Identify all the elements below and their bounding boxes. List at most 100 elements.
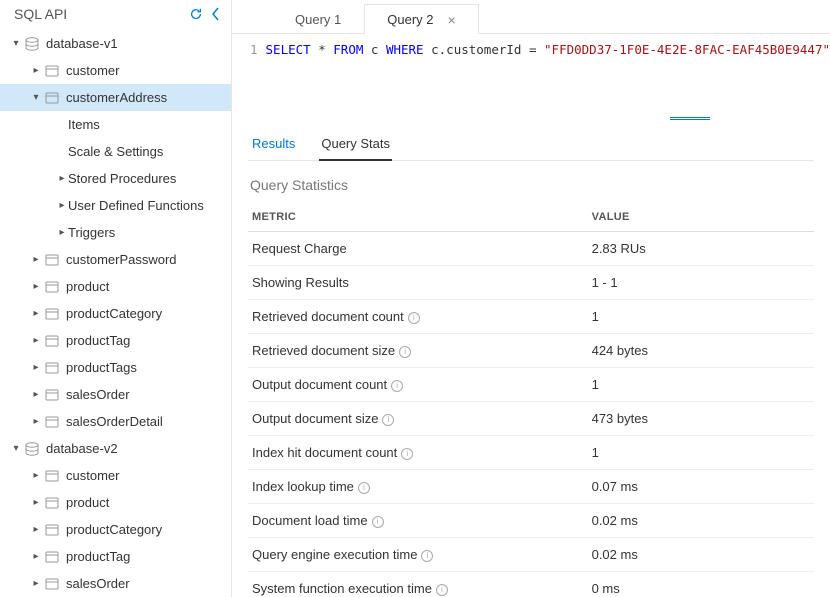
value-cell: 0 ms xyxy=(588,572,814,597)
tab-query-2[interactable]: Query 2 × xyxy=(364,4,478,34)
resize-handle[interactable] xyxy=(232,114,830,122)
info-icon[interactable]: i xyxy=(436,584,448,596)
value-cell: 424 bytes xyxy=(588,334,814,368)
caret-icon: ▸ xyxy=(30,308,42,319)
container-icon xyxy=(44,414,60,430)
container-node[interactable]: ▸ productCategory xyxy=(0,300,231,327)
container-node[interactable]: ▸ productTag xyxy=(0,543,231,570)
collapse-icon[interactable] xyxy=(211,7,221,21)
container-node[interactable]: ▸ product xyxy=(0,489,231,516)
child-label: Items xyxy=(68,117,100,132)
caret-icon: ▸ xyxy=(56,200,68,211)
child-label: User Defined Functions xyxy=(68,198,204,213)
container-icon xyxy=(44,333,60,349)
container-child[interactable]: Items xyxy=(0,111,231,138)
container-icon xyxy=(44,252,60,268)
refresh-icon[interactable] xyxy=(189,7,203,21)
container-child[interactable]: ▸ Stored Procedures xyxy=(0,165,231,192)
container-node[interactable]: ▸ customer xyxy=(0,57,231,84)
container-node[interactable]: ▾ customerAddress xyxy=(0,84,231,111)
value-cell: 473 bytes xyxy=(588,402,814,436)
container-node[interactable]: ▸ customerPassword xyxy=(0,246,231,273)
container-label: productTag xyxy=(66,333,130,348)
metric-cell: Query engine execution timei xyxy=(248,538,588,572)
value-cell: 2.83 RUs xyxy=(588,232,814,266)
caret-icon: ▸ xyxy=(30,497,42,508)
container-node[interactable]: ▸ productTag xyxy=(0,327,231,354)
info-icon[interactable]: i xyxy=(399,346,411,358)
container-label: productCategory xyxy=(66,306,162,321)
container-icon xyxy=(44,279,60,295)
value-cell: 0.07 ms xyxy=(588,470,814,504)
db-node[interactable]: ▾ database-v2 xyxy=(0,435,231,462)
value-cell: 1 - 1 xyxy=(588,266,814,300)
container-icon xyxy=(44,468,60,484)
child-label: Scale & Settings xyxy=(68,144,163,159)
tab-query-1[interactable]: Query 1 xyxy=(272,4,364,34)
container-node[interactable]: ▸ product xyxy=(0,273,231,300)
info-icon[interactable]: i xyxy=(382,414,394,426)
sidebar: SQL API ▾ database-v1 ▸ customer ▾ custo… xyxy=(0,0,232,597)
info-icon[interactable]: i xyxy=(401,448,413,460)
caret-icon: ▸ xyxy=(30,389,42,400)
value-cell: 1 xyxy=(588,368,814,402)
container-child[interactable]: Scale & Settings xyxy=(0,138,231,165)
container-node[interactable]: ▸ productTags xyxy=(0,354,231,381)
metric-cell: Request Charge xyxy=(248,232,588,266)
container-label: productTags xyxy=(66,360,137,375)
value-cell: 0.02 ms xyxy=(588,504,814,538)
container-node[interactable]: ▸ salesOrder xyxy=(0,570,231,597)
table-row: Output document counti 1 xyxy=(248,368,814,402)
container-node[interactable]: ▸ productCategory xyxy=(0,516,231,543)
db-node[interactable]: ▾ database-v1 xyxy=(0,30,231,57)
grip-icon xyxy=(670,117,710,120)
info-icon[interactable]: i xyxy=(421,550,433,562)
metric-cell: Retrieved document sizei xyxy=(248,334,588,368)
tab-results[interactable]: Results xyxy=(250,132,297,161)
container-label: productCategory xyxy=(66,522,162,537)
info-icon[interactable]: i xyxy=(358,482,370,494)
container-child[interactable]: ▸ Triggers xyxy=(0,219,231,246)
caret-icon: ▸ xyxy=(30,524,42,535)
code-editor[interactable]: 1 SELECT * FROM c WHERE c.customerId = "… xyxy=(232,34,830,114)
line-number: 1 xyxy=(232,42,266,106)
table-row: Document load timei 0.02 ms xyxy=(248,504,814,538)
caret-icon: ▸ xyxy=(30,551,42,562)
table-row: Request Charge 2.83 RUs xyxy=(248,232,814,266)
table-row: Index hit document counti 1 xyxy=(248,436,814,470)
table-row: Index lookup timei 0.07 ms xyxy=(248,470,814,504)
container-label: customerPassword xyxy=(66,252,177,267)
query-text: SELECT * FROM c WHERE c.customerId = "FF… xyxy=(266,42,830,106)
container-icon xyxy=(44,522,60,538)
container-child[interactable]: ▸ User Defined Functions xyxy=(0,192,231,219)
database-icon xyxy=(24,36,40,52)
metric-cell: Output document counti xyxy=(248,368,588,402)
caret-icon: ▸ xyxy=(30,578,42,589)
caret-icon: ▸ xyxy=(30,254,42,265)
info-icon[interactable]: i xyxy=(408,312,420,324)
container-icon xyxy=(44,495,60,511)
metric-cell: Showing Results xyxy=(248,266,588,300)
container-node[interactable]: ▸ customer xyxy=(0,462,231,489)
tab-label: Query 1 xyxy=(295,12,341,27)
caret-icon: ▸ xyxy=(30,281,42,292)
editor-tabs: Query 1 Query 2 × xyxy=(232,0,830,34)
tab-query-stats[interactable]: Query Stats xyxy=(319,132,392,161)
caret-icon: ▸ xyxy=(30,470,42,481)
container-icon xyxy=(44,576,60,592)
info-icon[interactable]: i xyxy=(372,516,384,528)
container-node[interactable]: ▸ salesOrderDetail xyxy=(0,408,231,435)
tab-label: Query 2 xyxy=(387,12,433,27)
col-value: VALUE xyxy=(588,203,814,232)
stats-title: Query Statistics xyxy=(248,161,814,203)
metric-cell: Document load timei xyxy=(248,504,588,538)
child-label: Stored Procedures xyxy=(68,171,176,186)
caret-icon: ▸ xyxy=(56,227,68,238)
info-icon[interactable]: i xyxy=(391,380,403,392)
close-icon[interactable]: × xyxy=(448,13,456,27)
table-row: System function execution timei 0 ms xyxy=(248,572,814,597)
metric-cell: Index hit document counti xyxy=(248,436,588,470)
container-node[interactable]: ▸ salesOrder xyxy=(0,381,231,408)
table-row: Output document sizei 473 bytes xyxy=(248,402,814,436)
container-label: salesOrder xyxy=(66,387,130,402)
